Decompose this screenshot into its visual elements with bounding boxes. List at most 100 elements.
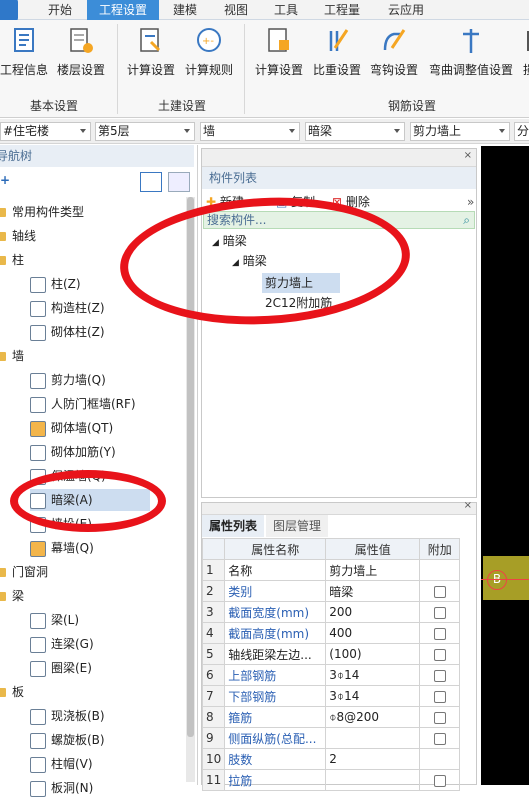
component-icon — [30, 756, 46, 773]
attach-checkbox[interactable] — [433, 585, 446, 598]
floor-select[interactable]: 第5层 — [95, 122, 195, 141]
property-value[interactable]: 3⌽14 — [325, 664, 421, 686]
floor-settings-button[interactable]: 楼层设置 — [54, 24, 108, 94]
property-row[interactable]: 6 上部钢筋 3⌽14 — [201, 664, 461, 686]
property-row[interactable]: 1 名称 剪力墙上 — [201, 559, 461, 581]
nav-item[interactable]: 砌体柱(Z) — [30, 321, 105, 343]
attach-cell — [419, 643, 461, 665]
list-view-icon[interactable] — [140, 172, 162, 192]
property-name: 下部钢筋 — [224, 685, 327, 707]
nav-item[interactable]: 连梁(G) — [30, 633, 94, 655]
row-number: 5 — [201, 643, 226, 665]
calc-rules-button[interactable]: +- 计算规则 — [182, 24, 236, 94]
property-value[interactable]: 剪力墙上 — [325, 559, 421, 581]
tab-property-list[interactable]: 属性列表 — [202, 515, 265, 537]
nav-item[interactable]: 砌体墙(QT) — [30, 417, 113, 439]
nav-item[interactable]: 人防门框墙(RF) — [30, 393, 136, 415]
property-row[interactable]: 7 下部钢筋 3⌽14 — [201, 685, 461, 707]
tab-project-settings[interactable]: 工程设置 — [87, 0, 159, 20]
property-value[interactable] — [325, 727, 421, 749]
property-row[interactable]: 11 拉筋 — [201, 769, 461, 791]
property-row[interactable]: 3 截面宽度(mm) 200 — [201, 601, 461, 623]
property-value[interactable]: 200 — [325, 601, 421, 623]
attach-checkbox[interactable] — [433, 606, 446, 619]
tab-modeling[interactable]: 建模 — [165, 0, 205, 20]
nav-item[interactable]: 螺旋板(B) — [30, 729, 105, 751]
civil-calc-settings-button[interactable]: 计算设置 — [124, 24, 178, 94]
nav-folder[interactable]: 梁 — [0, 585, 24, 607]
component-icon — [30, 612, 46, 629]
tab-start[interactable]: 开始 — [35, 0, 85, 20]
property-value[interactable]: 2 — [325, 748, 421, 770]
nav-item[interactable]: 柱帽(V) — [30, 753, 93, 775]
weight-settings-button[interactable]: 比重设置 — [310, 24, 364, 94]
nav-item[interactable]: 幕墙(Q) — [30, 537, 94, 559]
nav-item[interactable]: 圈梁(E) — [30, 657, 92, 679]
project-select[interactable]: #住宅楼 — [0, 122, 91, 141]
nav-item[interactable]: 现浇板(B) — [30, 705, 105, 727]
chevron-down-icon — [394, 129, 400, 133]
nav-item[interactable]: 柱(Z) — [30, 273, 81, 295]
col-property-value: 属性值 — [325, 538, 421, 560]
property-row[interactable]: 8 箍筋 ⌽8@200 — [201, 706, 461, 728]
nav-folder[interactable]: 常用构件类型 — [0, 201, 84, 223]
nav-item[interactable]: 构造柱(Z) — [30, 297, 105, 319]
tab-tools[interactable]: 工具 — [266, 0, 306, 20]
folder-icon — [0, 256, 6, 265]
tab-view[interactable]: 视图 — [216, 0, 256, 20]
component-icon — [30, 780, 46, 797]
property-value[interactable]: 400 — [325, 622, 421, 644]
rebar-calc-settings-button[interactable]: 计算设置 — [252, 24, 306, 94]
bend-adjust-settings-button[interactable]: 弯曲调整值设置 — [427, 24, 515, 94]
attach-checkbox[interactable] — [433, 669, 446, 682]
attach-checkbox[interactable] — [433, 627, 446, 640]
project-info-button[interactable]: 工程信息 — [0, 24, 48, 94]
property-row[interactable]: 5 轴线距梁左边... (100) — [201, 643, 461, 665]
property-row[interactable]: 2 类别 暗梁 — [201, 580, 461, 602]
property-value[interactable]: (100) — [325, 643, 421, 665]
tab-layer-management[interactable]: 图层管理 — [266, 515, 329, 537]
attach-checkbox[interactable] — [433, 690, 446, 703]
category-select[interactable]: 墙 — [200, 122, 300, 141]
property-value[interactable]: ⌽8@200 — [325, 706, 421, 728]
close-icon[interactable]: × — [464, 150, 472, 161]
close-icon[interactable]: × — [464, 500, 472, 511]
property-value[interactable]: 3⌽14 — [325, 685, 421, 707]
property-name: 名称 — [224, 559, 327, 581]
nav-item[interactable]: 梁(L) — [30, 609, 79, 631]
component-select[interactable]: 剪力墙上 — [410, 122, 510, 141]
nav-folder[interactable]: 轴线 — [0, 225, 36, 247]
attach-checkbox[interactable] — [433, 648, 446, 661]
attach-checkbox[interactable] — [433, 732, 446, 745]
property-value[interactable]: 暗梁 — [325, 580, 421, 602]
app-icon[interactable] — [0, 0, 18, 22]
folder-icon — [0, 208, 6, 217]
drawing-canvas[interactable]: B — [481, 146, 529, 785]
nav-item-label: 幕墙(Q) — [51, 541, 94, 555]
nav-folder[interactable]: 墙 — [0, 345, 24, 367]
nav-item[interactable]: 砌体加筋(Y) — [30, 441, 116, 463]
tab-quantity[interactable]: 工程量 — [316, 0, 368, 20]
add-icon[interactable]: + — [0, 173, 10, 187]
component-type-select[interactable]: 暗梁 — [305, 122, 405, 141]
property-name: 侧面纵筋(总配... — [224, 727, 327, 749]
nav-item[interactable]: 板洞(N) — [30, 777, 93, 799]
extra-select[interactable]: 分 — [514, 122, 529, 141]
property-row[interactable]: 10 肢数 2 — [201, 748, 461, 770]
nav-item-label: 常用构件类型 — [12, 205, 85, 219]
tab-cloud-apps[interactable]: 云应用 — [380, 0, 432, 20]
nav-folder[interactable]: 板 — [0, 681, 24, 703]
hook-settings-button[interactable]: 弯钩设置 — [367, 24, 421, 94]
nav-folder[interactable]: 柱 — [0, 249, 24, 271]
property-value[interactable] — [325, 769, 421, 791]
folder-icon — [0, 232, 6, 241]
detail-view-icon[interactable] — [168, 172, 190, 192]
more-ribbon-button[interactable]: 损 — [518, 24, 529, 94]
nav-folder[interactable]: 门窗洞 — [0, 561, 48, 583]
attach-cell — [419, 748, 461, 770]
nav-item[interactable]: 剪力墙(Q) — [30, 369, 106, 391]
property-row[interactable]: 4 截面高度(mm) 400 — [201, 622, 461, 644]
property-row[interactable]: 9 侧面纵筋(总配... — [201, 727, 461, 749]
more-tools-icon[interactable]: » — [467, 191, 474, 213]
attach-checkbox[interactable] — [433, 711, 446, 724]
